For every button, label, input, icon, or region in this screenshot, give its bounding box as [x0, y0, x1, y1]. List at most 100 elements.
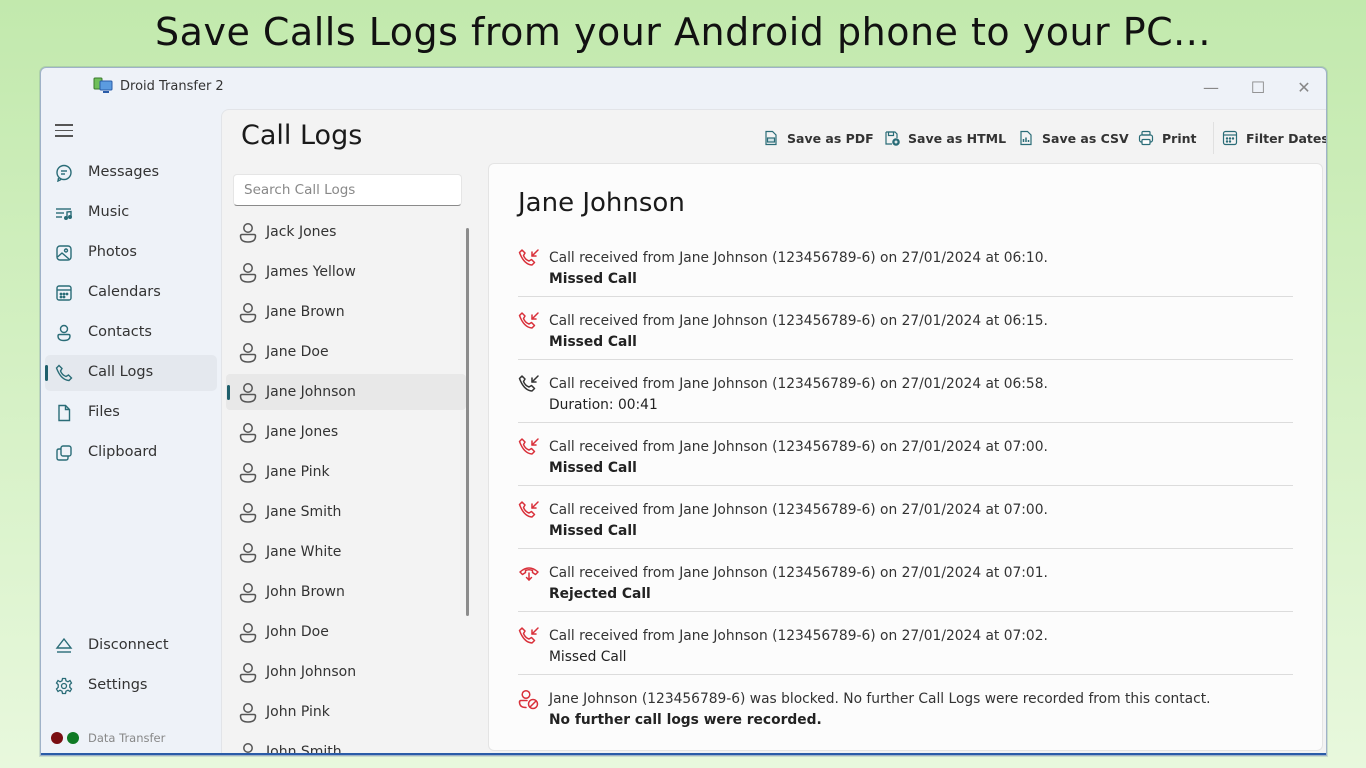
person-icon	[239, 623, 257, 643]
contact-list-item[interactable]: John Pink	[226, 694, 466, 730]
save-as-csv-button[interactable]: Save as CSV	[1018, 126, 1129, 150]
nav-item-contacts[interactable]: Contacts	[45, 315, 217, 351]
missed-call-icon	[518, 501, 539, 518]
call-log-status: Missed Call	[549, 460, 637, 476]
contact-name: John Johnson	[266, 664, 357, 680]
nav-item-photos[interactable]: Photos	[45, 235, 217, 271]
nav-label: Call Logs	[88, 364, 154, 380]
status-dot-green	[67, 732, 79, 744]
contact-list-item[interactable]: Jane Pink	[226, 454, 466, 490]
call-log-detail-panel: Jane Johnson Call received from Jane Joh…	[488, 163, 1323, 751]
clipboard-icon	[56, 445, 72, 461]
call-log-status: Missed Call	[549, 649, 627, 665]
call-log-text: Call received from Jane Johnson (1234567…	[549, 250, 1048, 266]
missed-call-icon	[518, 438, 539, 455]
close-button[interactable]: ✕	[1284, 74, 1324, 102]
nav-item-settings[interactable]: Settings	[45, 668, 217, 704]
nav-item-clipboard[interactable]: Clipboard	[45, 435, 217, 471]
app-logo-icon	[93, 77, 113, 93]
toolbar: Save as PDF Save as HTML Save as CSV Pri…	[758, 122, 1326, 154]
html-icon	[885, 131, 900, 146]
promo-banner: Save Calls Logs from your Android phone …	[155, 10, 1211, 54]
nav-item-call-logs[interactable]: Call Logs	[45, 355, 217, 391]
missed-call-icon	[518, 627, 539, 644]
person-icon	[239, 703, 257, 723]
call-log-entry: Call received from Jane Johnson (1234567…	[518, 360, 1293, 423]
main-content: Call Logs Save as PDF Save as HTML Save …	[221, 109, 1326, 756]
maximize-button[interactable]: ☐	[1238, 74, 1278, 102]
call-log-entry: Jane Johnson (123456789-6) was blocked. …	[518, 675, 1293, 738]
call-log-text: Call received from Jane Johnson (1234567…	[549, 313, 1048, 329]
file-icon	[58, 404, 71, 422]
call-log-entry: Call received from Jane Johnson (1234567…	[518, 549, 1293, 612]
app-window: Droid Transfer 2 — ☐ ✕ Messages Music Ph…	[40, 67, 1327, 756]
contact-list-item[interactable]: Jane Jones	[226, 414, 466, 450]
gear-icon	[55, 677, 73, 695]
call-log-entry: Call received from Jane Johnson (1234567…	[518, 297, 1293, 360]
save-as-html-button[interactable]: Save as HTML	[884, 126, 1006, 150]
nav-item-files[interactable]: Files	[45, 395, 217, 431]
print-button[interactable]: Print	[1138, 126, 1197, 150]
contact-name: Jane Johnson	[266, 384, 356, 400]
nav-label: Photos	[88, 244, 137, 260]
contact-name: John Brown	[266, 584, 345, 600]
rejected-call-icon	[519, 567, 539, 581]
nav-label: Files	[88, 404, 120, 420]
call-log-status: No further call logs were recorded.	[549, 712, 822, 728]
contact-list-item[interactable]: Jane Brown	[226, 294, 466, 330]
contact-list-item[interactable]: John Brown	[226, 574, 466, 610]
call-log-entry: Call received from Jane Johnson (1234567…	[518, 612, 1293, 675]
nav-label: Clipboard	[88, 444, 158, 460]
contact-name: Jane Brown	[266, 304, 345, 320]
person-icon	[239, 503, 257, 523]
contact-list-item[interactable]: Jane White	[226, 534, 466, 570]
contact-list-item[interactable]: James Yellow	[226, 254, 466, 290]
person-icon	[239, 543, 257, 563]
call-log-status: Missed Call	[549, 523, 637, 539]
nav-label: Contacts	[88, 324, 152, 340]
contact-list-item[interactable]: Jack Jones	[226, 214, 466, 250]
contact-name: John Smith	[266, 744, 342, 756]
person-icon	[239, 423, 257, 443]
person-icon	[239, 263, 257, 283]
selection-indicator	[45, 365, 48, 381]
contact-list-item[interactable]: John Doe	[226, 614, 466, 650]
call-log-status: Missed Call	[549, 334, 637, 350]
person-icon	[239, 303, 257, 323]
person-icon	[239, 583, 257, 603]
person-icon	[239, 343, 257, 363]
missed-call-icon	[518, 249, 539, 266]
contact-icon	[57, 324, 71, 342]
contact-list-item[interactable]: Jane Smith	[226, 494, 466, 530]
contact-list-item[interactable]: John Johnson	[226, 654, 466, 690]
contact-name: Jack Jones	[266, 224, 337, 240]
toolbar-label: Save as HTML	[908, 130, 1007, 146]
nav-item-music[interactable]: Music	[45, 195, 217, 231]
call-log-text: Call received from Jane Johnson (1234567…	[549, 376, 1048, 392]
nav-item-messages[interactable]: Messages	[45, 155, 217, 191]
filter-dates-button[interactable]: Filter Dates	[1222, 126, 1326, 150]
phone-icon	[55, 364, 73, 382]
nav-item-calendars[interactable]: Calendars	[45, 275, 217, 311]
contact-list-item[interactable]: John Smith	[226, 734, 466, 756]
minimize-button[interactable]: —	[1191, 74, 1231, 102]
hamburger-menu-icon[interactable]	[55, 124, 73, 138]
contact-list-item[interactable]: Jane Doe	[226, 334, 466, 370]
search-input[interactable]	[233, 174, 462, 206]
print-icon	[1138, 130, 1154, 146]
call-log-text: Jane Johnson (123456789-6) was blocked. …	[549, 691, 1211, 707]
contact-name: Jane White	[266, 544, 342, 560]
nav-item-disconnect[interactable]: Disconnect	[45, 628, 217, 664]
calendar-filter-icon	[1222, 130, 1238, 146]
status-dot-red	[51, 732, 63, 744]
contact-name: James Yellow	[266, 264, 356, 280]
contact-list-scrollbar[interactable]	[466, 228, 469, 616]
contact-name: Jane Pink	[266, 464, 330, 480]
call-log-text: Call received from Jane Johnson (1234567…	[549, 502, 1048, 518]
blocked-contact-icon	[518, 689, 539, 710]
person-icon	[239, 223, 257, 243]
contact-list-item[interactable]: Jane Johnson	[226, 374, 466, 410]
contact-name: Jane Jones	[266, 424, 339, 440]
csv-icon	[1020, 130, 1032, 146]
save-as-pdf-button[interactable]: Save as PDF	[763, 126, 874, 150]
